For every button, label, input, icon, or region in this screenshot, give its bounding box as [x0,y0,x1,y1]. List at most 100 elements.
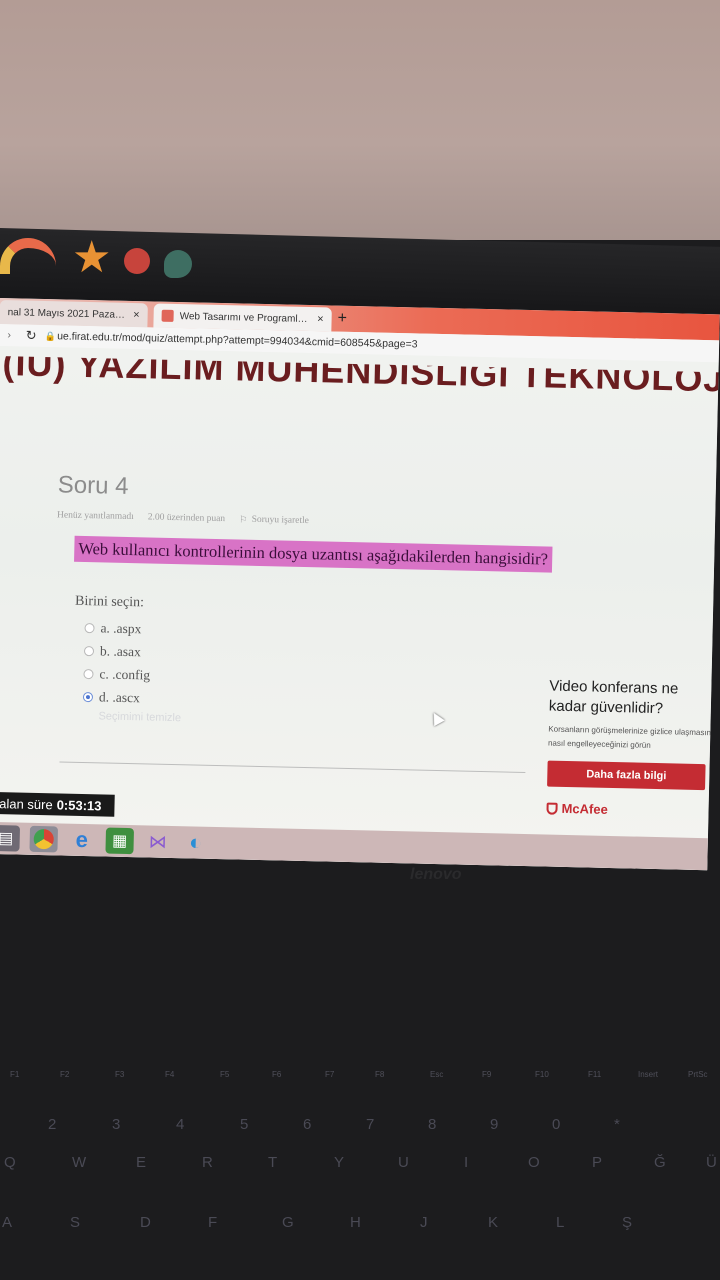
key[interactable]: K [488,1214,498,1231]
chrome-icon[interactable] [29,825,59,853]
key[interactable]: P [592,1154,602,1171]
answer-label[interactable]: b. .asax [100,643,141,660]
close-icon[interactable]: × [133,309,140,321]
key[interactable]: Ş [622,1214,632,1231]
store-icon[interactable]: ▦ [105,827,135,855]
time-remaining: Kalan süre 0:53:13 [0,791,115,817]
key[interactable]: R [202,1154,213,1171]
flag-question-link[interactable]: ⚐ Soruyu işaretle [239,514,309,527]
star-sticker: ★ [72,233,112,282]
answer-label[interactable]: c. .config [99,666,150,683]
key[interactable]: * [614,1116,620,1133]
key[interactable]: F [208,1214,217,1231]
popup-title: Video konferans ne kadar güvenlidir? [548,677,679,718]
edge-icon[interactable]: ◐ [181,829,210,856]
brand-label: McAfee [561,800,608,817]
favicon-icon [161,309,174,322]
key[interactable]: U [398,1154,409,1171]
key[interactable]: T [268,1154,277,1171]
key[interactable]: F1 [10,1070,19,1079]
key[interactable]: Esc [430,1070,443,1079]
key[interactable]: Ü [706,1154,717,1171]
status-text: Henüz yanıtlanmadı [56,510,134,523]
mcafee-shield-icon [546,802,558,815]
key[interactable]: 3 [112,1116,120,1133]
key[interactable]: 0 [552,1116,560,1133]
answer-option-d[interactable]: d. .ascx [82,685,150,710]
key[interactable]: A [2,1214,12,1231]
popup-text: Korsanların görüşmelerinize gizlice ulaş… [547,724,714,750]
key[interactable]: Insert [638,1070,658,1079]
laptop-screen: nal 31 Mayıs 2021 Pazartesi Saa × Web Ta… [0,298,720,871]
close-icon[interactable]: × [317,313,324,325]
key[interactable]: F9 [482,1070,491,1079]
reload-icon[interactable]: ↻ [19,327,43,344]
key[interactable]: Q [4,1154,16,1171]
radio-button[interactable] [83,645,95,656]
flag-label: Soruyu işaretle [251,514,309,527]
browser-tab-1[interactable]: nal 31 Mayıs 2021 Pazartesi Saa × [0,299,148,328]
key[interactable]: W [72,1154,86,1171]
new-tab-button[interactable]: + [337,310,347,328]
divider [59,761,526,774]
key[interactable]: 9 [490,1116,498,1133]
key[interactable]: F2 [60,1070,69,1079]
timer-value: 0:53:13 [56,796,102,813]
answer-option-c[interactable]: c. .config [83,662,150,687]
visual-studio-icon[interactable]: ⋈ [143,828,172,855]
key[interactable]: 4 [176,1116,184,1133]
answer-option-b[interactable]: b. .asax [83,639,151,664]
key[interactable]: 5 [240,1116,248,1133]
key[interactable]: F5 [220,1070,229,1079]
points-text: 2.00 üzerinden puan [147,512,226,525]
key[interactable]: H [350,1214,361,1231]
more-info-button[interactable]: Daha fazla bilgi [547,760,706,791]
answer-option-a[interactable]: a. .aspx [84,616,151,641]
key[interactable]: F11 [588,1070,601,1079]
flag-icon: ⚐ [238,515,248,526]
mcafee-logo: McAfee [546,801,716,820]
key[interactable]: F3 [115,1070,124,1079]
radio-button[interactable] [84,622,95,633]
key[interactable]: 6 [303,1116,311,1133]
quiz-page: (IU) YAZILIM MÜHENDISLIĞI TEKNOLOJI FAKÜ… [0,346,719,871]
key[interactable]: O [528,1154,540,1171]
timer-label: Kalan süre [0,795,53,812]
mcafee-popup: Video konferans ne kadar güvenlidir? Kor… [546,677,719,820]
key[interactable]: F10 [535,1070,549,1079]
choose-label: Birini seçin: [74,593,145,611]
key[interactable]: PrtSc [688,1070,708,1079]
key[interactable]: 7 [366,1116,374,1133]
answer-label[interactable]: a. .aspx [100,620,141,637]
forward-icon[interactable]: › [0,329,19,341]
question-info: Henüz yanıtlanmadı 2.00 üzerinden puan ⚐… [57,510,309,527]
lock-icon[interactable]: 🔒 [43,330,57,341]
key[interactable]: Ğ [654,1154,666,1171]
clear-selection-link[interactable]: Seçimimi temizle [98,710,181,724]
key[interactable]: G [282,1214,294,1231]
key[interactable]: F4 [165,1070,174,1079]
key[interactable]: F8 [375,1070,384,1079]
key[interactable]: J [420,1214,428,1231]
radio-button[interactable] [83,668,94,679]
key[interactable]: S [70,1214,80,1231]
key[interactable]: 2 [48,1116,56,1133]
key[interactable]: F6 [272,1070,281,1079]
key[interactable]: D [140,1214,151,1231]
answer-list: a. .aspx b. .asax c. .config d. .ascx [82,616,152,710]
mouse-cursor-icon [428,709,445,727]
key[interactable]: Y [334,1154,344,1171]
key[interactable]: L [556,1214,564,1231]
key[interactable]: F7 [325,1070,334,1079]
wall-background [0,0,720,240]
keyboard: Esc F1 F2 F3 F4 F5 F6 F7 F8 F9 F10 F11 I… [0,1060,720,1280]
answer-label[interactable]: d. .ascx [99,689,140,706]
internet-explorer-icon[interactable]: e [67,827,96,854]
file-explorer-icon[interactable]: ▤ [0,824,21,852]
radio-button-checked[interactable] [82,691,94,702]
tab-title: nal 31 Mayıs 2021 Pazartesi Saa [7,306,128,321]
key[interactable]: I [464,1154,468,1171]
key[interactable]: E [136,1154,146,1171]
key[interactable]: 8 [428,1116,436,1133]
leaf-sticker [164,250,192,278]
